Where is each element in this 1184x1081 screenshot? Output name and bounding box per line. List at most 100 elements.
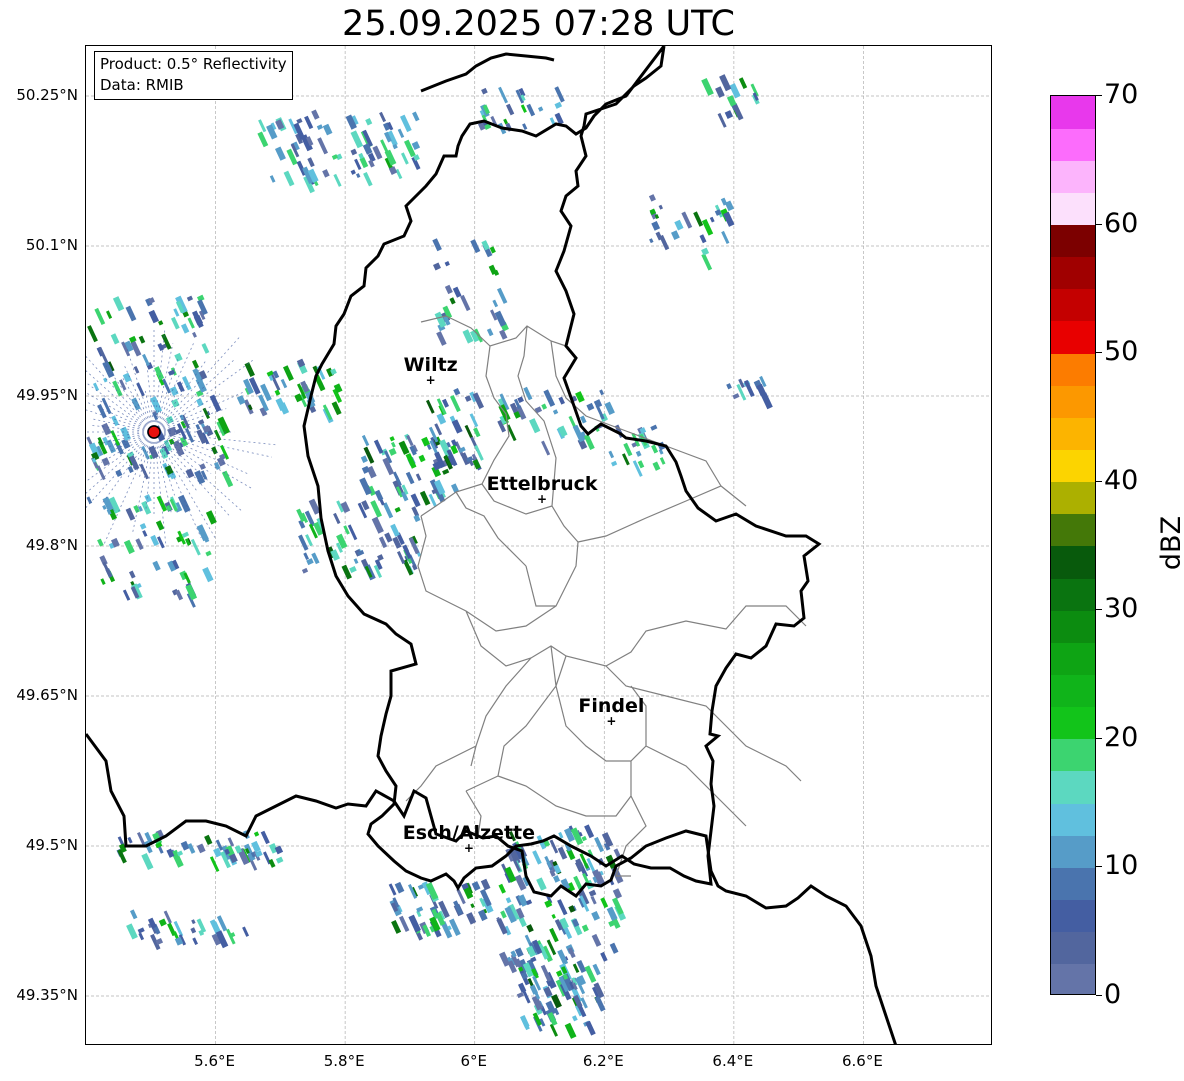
lon-tick-label: 6.4°E: [712, 1052, 754, 1070]
city-label: Wiltz: [404, 354, 458, 376]
echo-cell: [549, 839, 559, 854]
echo-cell: [186, 295, 194, 302]
echo-cell: [112, 296, 125, 312]
echo-cell: [135, 538, 144, 550]
echo-cell: [526, 924, 534, 933]
echo-cell: [500, 910, 507, 919]
echo-cell: [413, 514, 421, 523]
echo-cell: [190, 538, 201, 556]
echo-cell: [185, 584, 198, 601]
echo-cell: [190, 927, 197, 934]
colorbar-segment: [1051, 256, 1095, 290]
lat-tick-label: 49.95°N: [16, 386, 78, 404]
radar-site-marker[interactable]: [147, 425, 161, 439]
echo-cell: [600, 897, 609, 909]
echo-cell: [610, 460, 618, 467]
echo-cell: [652, 461, 661, 471]
echo-cell: [473, 427, 481, 438]
lat-tick-label: 50.25°N: [16, 86, 78, 104]
echo-cell: [591, 910, 601, 921]
echo-cell: [97, 538, 104, 547]
echo-cell: [253, 831, 260, 837]
echo-cell: [355, 173, 361, 179]
echo-cell: [175, 589, 184, 601]
echo-cell: [406, 434, 414, 447]
echo-cell: [553, 875, 561, 883]
echo-cell: [418, 454, 426, 463]
echo-cell: [464, 424, 473, 438]
colorbar-tick-label: 30: [1104, 593, 1139, 625]
echo-cell: [176, 381, 185, 393]
echo-cell: [581, 924, 589, 932]
colorbar-segment: [1051, 963, 1095, 994]
colorbar: [1050, 95, 1096, 995]
echo-cell: [584, 824, 595, 839]
echo-cell: [670, 230, 680, 241]
echo-cell: [481, 240, 490, 251]
echo-cell: [139, 522, 147, 530]
echo-cell: [554, 101, 563, 109]
echo-cell: [522, 123, 528, 130]
echo-cell: [181, 323, 190, 334]
echo-cell: [209, 856, 220, 873]
echo-cell: [411, 141, 421, 151]
echo-cell: [594, 836, 605, 853]
colorbar-tick-mark: [1096, 995, 1102, 996]
echo-cell: [333, 512, 341, 525]
echo-cell: [173, 308, 180, 317]
echo-cell: [588, 889, 597, 897]
echo-cell: [541, 403, 548, 410]
echo-cell: [242, 926, 250, 937]
radar-echoes: [86, 74, 773, 1039]
echo-cell: [738, 77, 748, 89]
echo-cell: [154, 366, 165, 381]
echo-cell: [405, 471, 415, 485]
echo-cell: [138, 335, 146, 344]
echo-cell: [102, 561, 112, 578]
echo-cell: [649, 238, 654, 244]
echo-cell: [162, 378, 172, 394]
echo-cell: [211, 446, 218, 455]
gridlines: [86, 46, 991, 1044]
echo-cell: [658, 204, 664, 210]
echo-cell: [581, 835, 587, 842]
echo-cell: [126, 923, 138, 940]
map-frame[interactable]: + Wiltz + Ettelbruck + Findel + Esch/Alzette: [85, 45, 992, 1045]
colorbar-segment: [1051, 867, 1095, 901]
lon-tick-label: 6.2°E: [582, 1052, 624, 1070]
echo-cell: [382, 502, 394, 519]
echo-cell: [192, 359, 200, 369]
echo-cell: [389, 436, 395, 442]
echo-cell: [428, 493, 437, 507]
echo-cell: [452, 286, 462, 298]
lat-tick-label: 49.5°N: [25, 836, 78, 854]
echo-cell: [572, 1015, 578, 1022]
echo-cell: [557, 899, 568, 916]
echo-cell: [436, 412, 447, 425]
echo-cell: [538, 106, 544, 112]
echo-cell: [471, 881, 481, 891]
echo-cell: [462, 329, 474, 344]
colorbar-segment: [1051, 385, 1095, 418]
echo-cell: [701, 247, 710, 256]
colorbar-tick-label: 10: [1104, 850, 1139, 882]
echo-cell: [128, 570, 136, 579]
echo-cell: [158, 320, 164, 326]
echo-cell: [390, 523, 400, 537]
echo-cell: [260, 830, 270, 845]
echo-cell: [150, 534, 160, 547]
echo-cell: [280, 378, 288, 389]
echo-cell: [408, 914, 422, 933]
colorbar-segment: [1051, 771, 1095, 804]
echo-cell: [133, 505, 140, 514]
echo-cell: [204, 834, 213, 846]
colorbar-tick-mark: [1096, 609, 1102, 611]
data-source-label: Data: RMIB: [100, 76, 184, 94]
echo-cell: [152, 560, 161, 572]
echo-cell: [373, 439, 384, 454]
echo-cell: [303, 552, 309, 561]
echo-cell: [552, 409, 559, 415]
echo-cell: [541, 440, 551, 456]
colorbar-segment: [1051, 803, 1095, 836]
echo-cell: [600, 951, 608, 962]
